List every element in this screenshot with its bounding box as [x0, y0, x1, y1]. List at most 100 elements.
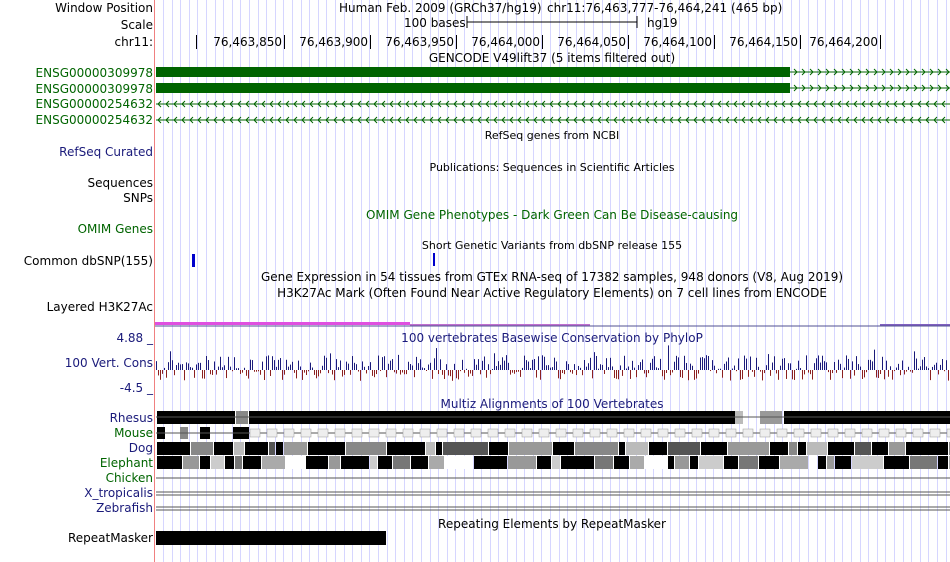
- alignment-block: [807, 442, 827, 455]
- alignment-block: [589, 428, 601, 438]
- alignment-block: [453, 428, 465, 438]
- alignment-block: [436, 428, 448, 438]
- alignment-block: [538, 428, 550, 438]
- alignment-block: [739, 456, 758, 469]
- alignment-block: [509, 442, 552, 455]
- alignment-block: [855, 442, 871, 455]
- alignment-block: [759, 456, 779, 469]
- alignment-block: [878, 428, 890, 438]
- alignment-block: [552, 456, 560, 469]
- alignment-block: [351, 428, 363, 438]
- alignment-block: [789, 442, 797, 455]
- alignment-block: [249, 428, 261, 438]
- alignment-block: [334, 428, 346, 438]
- alignment-block: [906, 442, 948, 455]
- alignment-block: [575, 442, 618, 455]
- alignment-block: [266, 428, 278, 438]
- alignment-block: [214, 442, 233, 455]
- alignment-block: [426, 442, 435, 455]
- alignment-block: [770, 442, 788, 455]
- alignment-block: [645, 456, 667, 469]
- multiz-alignments[interactable]: [0, 0, 950, 562]
- alignment-block: [553, 442, 574, 455]
- alignment-block: [708, 428, 720, 438]
- alignment-block: [614, 456, 629, 469]
- alignment-block: [724, 456, 738, 469]
- alignment-block: [211, 456, 224, 469]
- alignment-block: [225, 456, 234, 469]
- alignment-block: [691, 428, 703, 438]
- alignment-block: [668, 456, 674, 469]
- alignment-block: [370, 456, 377, 469]
- alignment-block: [728, 442, 769, 455]
- alignment-block: [262, 456, 285, 469]
- alignment-block: [699, 456, 723, 469]
- alignment-block: [649, 442, 667, 455]
- alignment-block: [537, 456, 551, 469]
- alignment-block: [690, 456, 698, 469]
- alignment-block: [606, 428, 618, 438]
- alignment-block: [269, 442, 275, 455]
- alignment-block: [286, 456, 305, 469]
- rmsk-track-label[interactable]: RepeatMasker: [68, 531, 153, 545]
- alignment-block: [200, 456, 210, 469]
- alignment-block: [759, 428, 771, 438]
- alignment-block: [827, 428, 839, 438]
- alignment-block: [572, 428, 584, 438]
- alignment-block: [341, 456, 369, 469]
- alignment-block: [157, 456, 182, 469]
- alignment-block: [623, 428, 635, 438]
- alignment-block: [835, 456, 851, 469]
- alignment-block: [300, 428, 312, 438]
- alignment-block: [235, 456, 242, 469]
- alignment-block: [306, 456, 328, 469]
- alignment-block: [436, 442, 442, 455]
- alignment-block: [895, 428, 907, 438]
- alignment-block: [595, 456, 613, 469]
- alignment-block: [183, 456, 199, 469]
- alignment-block: [508, 456, 536, 469]
- alignment-block: [283, 428, 295, 438]
- alignment-block: [157, 442, 190, 455]
- repeat-element[interactable]: [156, 531, 386, 545]
- alignment-block: [852, 456, 883, 469]
- alignment-block: [561, 456, 594, 469]
- alignment-block: [619, 442, 625, 455]
- alignment-block: [912, 428, 924, 438]
- alignment-block: [445, 456, 473, 469]
- alignment-block: [674, 428, 686, 438]
- alignment-block: [938, 456, 948, 469]
- alignment-block: [844, 428, 856, 438]
- alignment-block: [742, 428, 754, 438]
- alignment-block: [393, 456, 410, 469]
- alignment-block: [630, 456, 644, 469]
- alignment-block: [861, 428, 873, 438]
- alignment-block: [402, 428, 414, 438]
- alignment-block: [385, 428, 397, 438]
- alignment-block: [626, 442, 648, 455]
- alignment-block: [521, 428, 533, 438]
- alignment-block: [487, 428, 499, 438]
- alignment-block: [889, 442, 905, 455]
- alignment-block: [910, 456, 937, 469]
- alignment-block: [317, 428, 329, 438]
- alignment-block: [828, 442, 854, 455]
- alignment-block: [474, 456, 507, 469]
- alignment-block: [884, 456, 909, 469]
- alignment-block: [245, 442, 268, 455]
- alignment-block: [780, 456, 808, 469]
- alignment-block: [827, 456, 834, 469]
- alignment-block: [419, 428, 431, 438]
- alignment-block: [489, 442, 508, 455]
- rmsk-track-title: Repeating Elements by RepeatMasker: [438, 517, 666, 531]
- alignment-block: [675, 456, 689, 469]
- alignment-block: [378, 456, 392, 469]
- alignment-block: [411, 456, 428, 469]
- alignment-block: [809, 456, 817, 469]
- alignment-block: [504, 428, 516, 438]
- alignment-block: [234, 442, 244, 455]
- alignment-block: [872, 442, 888, 455]
- alignment-block: [640, 428, 652, 438]
- alignment-block: [443, 442, 488, 455]
- alignment-block: [810, 428, 822, 438]
